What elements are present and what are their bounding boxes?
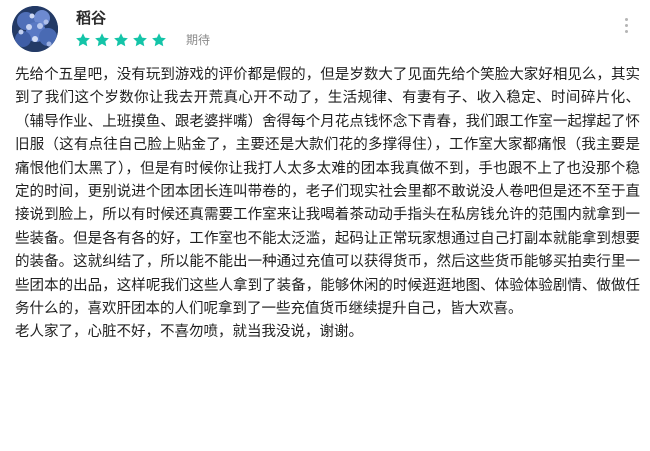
star-icon [95, 33, 109, 47]
star-icon [76, 33, 90, 47]
review-text: 先给个五星吧，没有玩到游戏的评价都是假的，但是岁数大了见面先给个笑脸大家好相见么… [15, 67, 640, 318]
user-avatar[interactable] [12, 6, 58, 52]
star-icon [133, 33, 147, 47]
review-closing-text: 老人家了，心脏不好，不喜勿喷，就当我没说，谢谢。 [15, 324, 363, 341]
rating-period-label: 期待 [186, 33, 211, 47]
review-body: 先给个五星吧，没有玩到游戏的评价都是假的，但是岁数大了见面先给个笑脸大家好相见么… [15, 64, 640, 345]
star-icon [114, 33, 128, 47]
more-dot-icon [624, 23, 628, 27]
star-rating [75, 32, 167, 48]
username[interactable]: 稻谷 [76, 9, 106, 27]
review-card: 稻谷 期待 先给个五星吧，没有玩到游戏的评价都是假的，但是岁数大了见面先给个笑脸… [0, 0, 650, 451]
more-dot-icon [624, 17, 628, 21]
star-icon [152, 33, 166, 47]
more-options-button[interactable] [616, 13, 636, 37]
more-dot-icon [624, 29, 628, 33]
hydrangea-avatar-image [12, 6, 58, 52]
